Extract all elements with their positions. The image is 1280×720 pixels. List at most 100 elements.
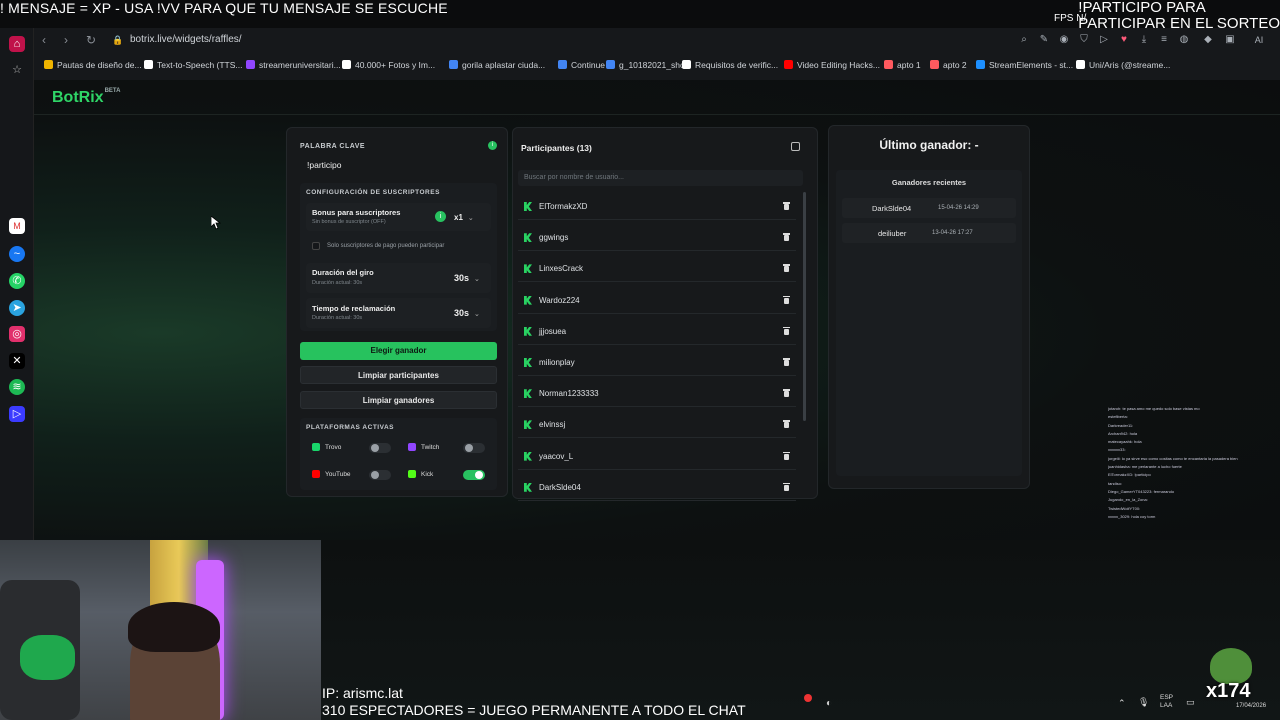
bookmark-item[interactable]: streameruniversitari... <box>246 60 341 70</box>
kick-toggle[interactable] <box>463 470 485 480</box>
back-icon[interactable]: ‹ <box>42 33 46 47</box>
home-icon[interactable]: ⌂ <box>9 36 25 52</box>
bookmark-label: StreamElements - st... <box>989 60 1074 70</box>
spin-sub: Duración actual: 30s <box>312 280 363 286</box>
chat-message: Diego_GamerYT043223: fermarando <box>1108 488 1175 494</box>
x-icon[interactable]: ✕ <box>9 353 25 369</box>
trash-icon[interactable] <box>783 264 790 273</box>
box-icon[interactable]: ▣ <box>1224 34 1236 46</box>
bookmark-item[interactable]: Text-to-Speech (TTS... <box>144 60 243 70</box>
camera-icon[interactable]: ◉ <box>1058 34 1070 46</box>
trash-icon[interactable] <box>783 358 790 367</box>
bookmark-item[interactable]: StreamElements - st... <box>976 60 1073 70</box>
copy-icon[interactable] <box>791 142 800 151</box>
download-icon[interactable]: ⤓ <box>1138 34 1150 46</box>
paid-only-checkbox[interactable] <box>312 242 320 250</box>
trash-icon[interactable] <box>783 482 790 492</box>
forward-icon[interactable]: › <box>64 33 68 47</box>
last-winner-title: Último ganador: - <box>879 138 979 152</box>
bookmark-item[interactable]: Requisitos de verific... <box>682 60 778 70</box>
claim-select[interactable]: 30s ⌄ <box>454 308 480 318</box>
bookmark-item[interactable]: Pautas de diseño de... <box>44 60 142 70</box>
bookmark-label: Continue <box>571 60 606 70</box>
bookmark-item[interactable]: g_10182021_shcc <box>606 60 688 70</box>
player-icon[interactable]: ▷ <box>9 406 25 422</box>
bookmark-item[interactable]: 40.000+ Fotos y Im... <box>342 60 435 70</box>
trovo-toggle[interactable] <box>369 443 391 453</box>
bookmark-item[interactable]: apto 2 <box>930 60 967 70</box>
pepe-emote <box>1210 648 1252 684</box>
display-icon[interactable]: ▭ <box>1186 697 1195 708</box>
search-icon[interactable]: ⌕ <box>1018 34 1030 46</box>
trash-icon[interactable] <box>783 389 790 398</box>
language-indicator[interactable]: ESP LAA <box>1160 694 1173 710</box>
browser-toolbar: ‹ › ↻ 🔒 botrix.live/widgets/raffles/ ⌕ ✎… <box>34 28 1280 80</box>
whatsapp-icon[interactable]: ✆ <box>9 273 25 289</box>
botrix-logo[interactable]: BotRixBETA <box>52 88 120 107</box>
bookmark-item[interactable]: Uni/Aris (@streame... <box>1076 60 1170 70</box>
chat-message: Archan942: hola <box>1108 430 1138 436</box>
play-icon[interactable]: ▷ <box>1098 34 1110 46</box>
twitch-icon <box>408 443 416 451</box>
chat-message: juanhidasha: me perlarante a lucho fuert… <box>1108 464 1182 470</box>
platform-label: YouTube <box>325 471 351 478</box>
participants-scrollbar[interactable] <box>803 192 806 421</box>
spin-select[interactable]: 30s ⌄ <box>454 273 480 283</box>
trash-icon[interactable] <box>783 295 790 305</box>
heart-icon[interactable]: ♥ <box>1118 34 1130 46</box>
bookmark-label: Text-to-Speech (TTS... <box>157 60 243 70</box>
telegram-icon[interactable]: ➤ <box>9 300 25 316</box>
participant-search-input[interactable]: Buscar por nombre de usuario... <box>518 170 803 186</box>
bookmark-label: Requisitos de verific... <box>695 60 779 70</box>
taskbar-app-icon[interactable]: ◐ <box>826 698 832 709</box>
logo-badge: BETA <box>104 88 121 94</box>
info-icon[interactable]: i <box>488 141 497 150</box>
chat-message: xxxxxx33: <box>1108 447 1126 453</box>
tray-chevron-icon[interactable]: ⌃ <box>1118 698 1126 709</box>
clear-winners-button[interactable]: Limpiar ganadores <box>300 391 497 409</box>
bookmark-item[interactable]: apto 1 <box>884 60 921 70</box>
kick-icon <box>524 326 532 336</box>
mic-icon[interactable]: 🎙 <box>1138 697 1149 708</box>
twitch-toggle[interactable] <box>463 443 485 453</box>
address-bar[interactable]: botrix.live/widgets/raffles/ <box>130 34 242 45</box>
bookmark-icon <box>606 60 615 69</box>
choose-winner-button[interactable]: Elegir ganador <box>300 342 497 360</box>
messenger-icon[interactable]: ~ <box>9 246 25 262</box>
bonus-select[interactable]: x1 ⌄ <box>454 213 474 222</box>
bookmark-item[interactable]: Video Editing Hacks... <box>784 60 880 70</box>
profile-icon[interactable]: ◍ <box>1178 34 1190 46</box>
instagram-icon[interactable]: ◎ <box>9 326 25 342</box>
clear-participants-button[interactable]: Limpiar participantes <box>300 366 497 384</box>
trash-icon[interactable] <box>783 451 790 461</box>
trash-icon[interactable] <box>783 202 790 211</box>
winner-name: DarkSlde04 <box>872 204 912 213</box>
spotify-icon[interactable]: ≋ <box>9 379 25 395</box>
menu-icon[interactable]: ≡ <box>1158 34 1170 46</box>
participant-row: Norman1233333 <box>518 381 796 408</box>
participant-row: jjjosuea <box>518 319 796 345</box>
shield-icon[interactable]: ⛉ <box>1078 34 1090 46</box>
trash-icon[interactable] <box>783 233 790 242</box>
bonus-info-icon[interactable]: i <box>435 211 446 222</box>
bookmark-label: Uni/Aris (@streame... <box>1089 60 1171 70</box>
extension-icon[interactable]: ◆ <box>1202 34 1214 46</box>
edit-icon[interactable]: ✎ <box>1038 34 1050 46</box>
youtube-toggle[interactable] <box>369 470 391 480</box>
bookmark-label: Pautas de diseño de... <box>57 60 142 70</box>
gmail-icon[interactable]: M <box>9 218 25 234</box>
reload-icon[interactable]: ↻ <box>86 33 96 47</box>
chat-message: Jugando_en_la_Zona: <box>1108 497 1148 503</box>
winner-date: 13-04-26 17:27 <box>932 230 973 236</box>
trash-icon[interactable] <box>783 420 790 429</box>
trash-icon[interactable] <box>783 326 790 336</box>
youtube-icon <box>312 470 320 478</box>
kick-icon <box>524 420 532 430</box>
winner-date: 15-04-26 14:29 <box>938 205 979 211</box>
pinned-icon[interactable]: ☆ <box>9 62 25 78</box>
keyword-input[interactable]: !participo <box>300 157 497 173</box>
bookmark-item[interactable]: Continue <box>558 60 605 70</box>
ai-button[interactable]: AI <box>1248 34 1270 46</box>
winner-row: DarkSlde04 15-04-26 14:29 <box>842 198 1016 218</box>
bookmark-item[interactable]: gorila aplastar ciuda... <box>449 60 545 70</box>
